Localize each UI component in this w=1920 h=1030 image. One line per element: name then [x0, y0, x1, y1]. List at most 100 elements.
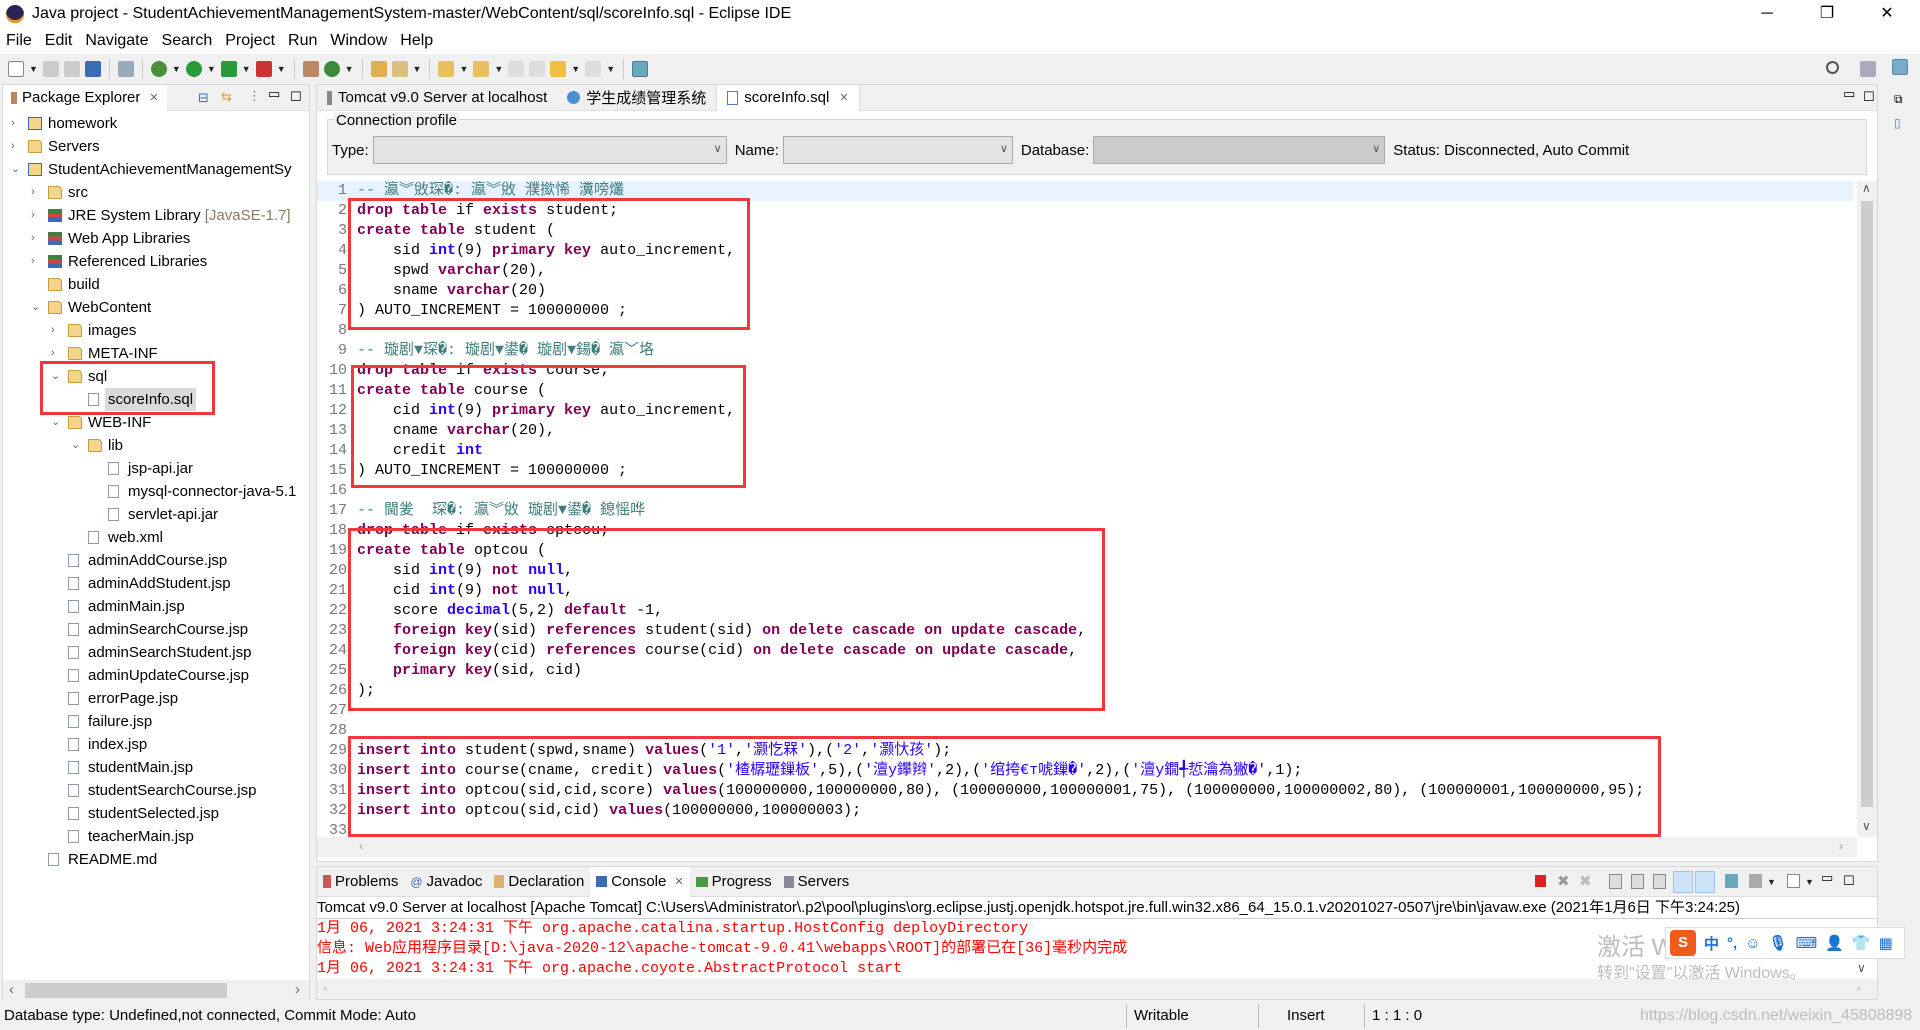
- chevron-down-icon[interactable]: ⌄: [31, 296, 41, 319]
- scroll-left-icon[interactable]: ‹: [359, 839, 363, 853]
- keyboard-icon[interactable]: ⌨: [1796, 934, 1818, 952]
- dropdown-arrow-icon[interactable]: ▼: [29, 64, 38, 74]
- chevron-down-icon[interactable]: ⌄: [51, 411, 61, 434]
- close-button[interactable]: ✕: [1864, 0, 1910, 28]
- tab-package-explorer[interactable]: Package Explorer ✕: [3, 84, 167, 111]
- next-annotation-icon[interactable]: [438, 61, 455, 77]
- microphone-icon[interactable]: 🎙: [1769, 934, 1788, 952]
- tree-item[interactable]: build: [3, 273, 309, 296]
- chevron-down-icon[interactable]: ⌄: [11, 158, 21, 181]
- forward-icon[interactable]: [585, 61, 602, 77]
- show-on-stderr-icon[interactable]: [1695, 871, 1715, 893]
- tree-item[interactable]: scoreInfo.sql: [3, 388, 309, 411]
- minimize-button[interactable]: ─: [1744, 0, 1790, 28]
- dropdown-arrow-icon[interactable]: ▼: [413, 64, 422, 74]
- tab-console[interactable]: Console ✕: [590, 866, 690, 897]
- ime-toolbar[interactable]: S 中 °, ☺ 🎙 ⌨ 👤 👕 ▦: [1665, 927, 1905, 959]
- save-all-icon[interactable]: [63, 61, 80, 77]
- scroll-right-icon[interactable]: ›: [1839, 839, 1843, 853]
- open-perspective-icon[interactable]: [632, 61, 649, 77]
- tree-item[interactable]: web.xml: [3, 526, 309, 549]
- search-icon[interactable]: [1826, 61, 1839, 74]
- pin-console-icon[interactable]: [1725, 874, 1738, 888]
- tree-item[interactable]: › Referenced Libraries: [3, 250, 309, 273]
- menu-search[interactable]: Search: [162, 32, 213, 50]
- restore-icon[interactable]: ⧉: [1894, 92, 1903, 107]
- user-icon[interactable]: 👤: [1825, 934, 1844, 952]
- tree-item[interactable]: failure.jsp: [3, 710, 309, 733]
- menu-file[interactable]: File: [6, 32, 32, 50]
- dropdown-arrow-icon[interactable]: ▼: [606, 64, 615, 74]
- tree-item[interactable]: index.jsp: [3, 733, 309, 756]
- maximize-view-icon[interactable]: ☐: [1843, 873, 1855, 889]
- type-select[interactable]: ∨: [372, 136, 727, 164]
- tree-item[interactable]: › JRE System Library [JavaSE-1.7]: [3, 204, 309, 227]
- outline-icon[interactable]: ▯: [1894, 116, 1901, 130]
- scrollbar-thumb[interactable]: [25, 983, 227, 998]
- display-console-icon[interactable]: [1749, 874, 1762, 888]
- tree-item[interactable]: adminUpdateCourse.jsp: [3, 664, 309, 687]
- chevron-right-icon[interactable]: ›: [11, 135, 21, 158]
- run-icon[interactable]: [185, 61, 202, 77]
- menu-help[interactable]: Help: [400, 32, 433, 50]
- scroll-down-icon[interactable]: ∨: [1862, 819, 1871, 833]
- chevron-right-icon[interactable]: ›: [31, 250, 41, 273]
- chevron-down-icon[interactable]: ⌄: [51, 365, 61, 388]
- new-class-icon[interactable]: [323, 61, 340, 77]
- dropdown-arrow-icon[interactable]: ▼: [345, 64, 354, 74]
- chevron-right-icon[interactable]: ›: [51, 342, 61, 365]
- search-pen-icon[interactable]: [391, 61, 408, 77]
- tab-problems[interactable]: Problems: [317, 867, 404, 897]
- dropdown-arrow-icon[interactable]: ▼: [207, 64, 216, 74]
- tree-item[interactable]: studentMain.jsp: [3, 756, 309, 779]
- new-icon[interactable]: [8, 61, 24, 77]
- tree-item[interactable]: ⌄ sql: [3, 365, 309, 388]
- tab-declaration[interactable]: Declaration: [488, 867, 590, 897]
- terminate-icon[interactable]: [1535, 875, 1546, 887]
- tree-item[interactable]: adminAddStudent.jsp: [3, 572, 309, 595]
- java-perspective-icon[interactable]: [1892, 59, 1908, 75]
- collapse-all-icon[interactable]: ⊟: [198, 90, 209, 106]
- tree-item[interactable]: jsp-api.jar: [3, 457, 309, 480]
- punctuation-icon[interactable]: °,: [1727, 935, 1737, 952]
- debug-icon[interactable]: [150, 61, 167, 77]
- restore-button[interactable]: ❐: [1804, 0, 1850, 28]
- minimize-view-icon[interactable]: ▭: [1821, 870, 1833, 886]
- vertical-scrollbar[interactable]: ∧ ∨: [1857, 181, 1877, 837]
- scroll-lock-icon[interactable]: [1631, 874, 1644, 889]
- chevron-right-icon[interactable]: ›: [31, 204, 41, 227]
- chevron-right-icon[interactable]: ›: [11, 112, 21, 135]
- horizontal-scrollbar[interactable]: ‹ ›: [3, 980, 309, 1000]
- minimize-view-icon[interactable]: ▭: [268, 86, 280, 102]
- menu-project[interactable]: Project: [225, 32, 275, 50]
- maximize-view-icon[interactable]: ☐: [290, 89, 302, 105]
- forward-edit-icon[interactable]: [529, 61, 546, 77]
- chevron-right-icon[interactable]: ›: [51, 319, 61, 342]
- dropdown-arrow-icon[interactable]: ▼: [1805, 877, 1814, 887]
- back-icon[interactable]: [550, 61, 567, 77]
- close-tab-icon[interactable]: ✕: [674, 875, 683, 888]
- toolbox-icon[interactable]: ▦: [1879, 934, 1893, 952]
- tree-item[interactable]: adminAddCourse.jsp: [3, 549, 309, 572]
- chevron-down-icon[interactable]: ⌄: [71, 434, 81, 457]
- view-menu-icon[interactable]: ⋮: [248, 88, 261, 104]
- tree-item[interactable]: adminSearchStudent.jsp: [3, 641, 309, 664]
- dropdown-arrow-icon[interactable]: ▼: [1767, 877, 1776, 887]
- skin-icon[interactable]: 👕: [1852, 934, 1871, 952]
- tree-item[interactable]: adminSearchCourse.jsp: [3, 618, 309, 641]
- open-type-icon[interactable]: [370, 61, 387, 77]
- coverage-icon[interactable]: [220, 61, 237, 77]
- dropdown-arrow-icon[interactable]: ▼: [242, 64, 251, 74]
- scroll-up-icon[interactable]: ∧: [1862, 181, 1871, 195]
- open-console-icon[interactable]: [1787, 874, 1800, 888]
- tab-servers[interactable]: Servers: [778, 867, 856, 897]
- show-on-stdout-icon[interactable]: [1673, 871, 1693, 893]
- new-package-icon[interactable]: [302, 61, 319, 77]
- horizontal-scrollbar[interactable]: ‹ ›: [317, 837, 1857, 857]
- tree-item[interactable]: › images: [3, 319, 309, 342]
- tree-item[interactable]: adminMain.jsp: [3, 595, 309, 618]
- terminal-icon[interactable]: [84, 61, 101, 77]
- tab-tomcat-server[interactable]: Tomcat v9.0 Server at localhost: [317, 85, 557, 111]
- scroll-left-icon[interactable]: ‹: [323, 981, 327, 995]
- clear-console-icon[interactable]: [1609, 874, 1622, 889]
